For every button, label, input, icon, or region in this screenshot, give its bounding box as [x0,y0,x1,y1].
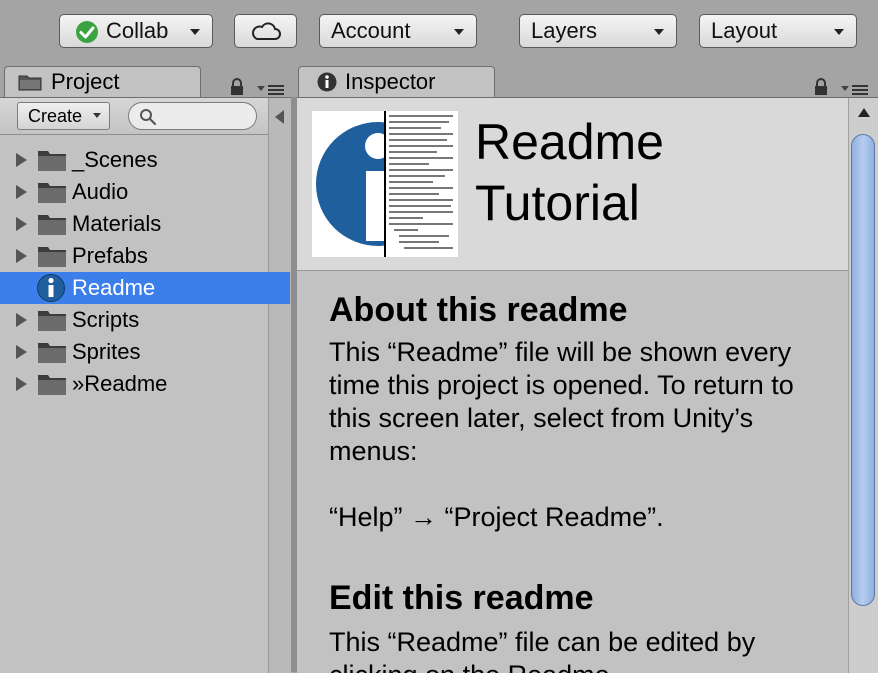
project-toolbar: Create [0,98,291,135]
tree-item-readme-folder[interactable]: »Readme [0,368,290,400]
collab-label: Collab [106,18,169,43]
tree-item-scripts[interactable]: Scripts [0,304,290,336]
tab-inspector[interactable]: Inspector [298,66,495,98]
tab-project[interactable]: Project [4,66,201,98]
section-text: This “Readme” file can be edited by clic… [329,627,756,673]
expand-arrow-icon[interactable] [16,345,27,359]
lock-icon[interactable] [813,78,829,96]
folder-icon [18,75,42,91]
expand-arrow-icon[interactable] [16,217,27,231]
folder-icon [38,183,66,203]
layout-dropdown[interactable]: Layout [699,14,857,48]
cloud-icon [252,22,281,40]
search-icon [140,109,157,126]
section-text: “Help” → “Project Readme”. [329,502,664,532]
main-toolbar: Collab Account Layers Layout [0,0,878,64]
chevron-down-icon [834,29,844,35]
tree-item-label: Audio [72,179,129,204]
expand-arrow-icon[interactable] [16,153,27,167]
collab-button[interactable]: Collab [59,14,213,48]
scroll-up-arrow-icon[interactable] [858,108,870,117]
section-heading: About this readme [329,291,628,329]
chevron-down-icon [190,29,200,35]
menu-icon[interactable] [257,84,285,96]
folder-icon [38,247,66,267]
readme-content: About this readme This “Readme” file wil… [329,290,839,673]
vertical-scrollbar[interactable] [848,98,878,673]
folder-icon [38,215,66,235]
create-label: Create [28,106,83,126]
tree-item-label: »Readme [72,371,168,396]
account-dropdown[interactable]: Account [319,14,477,48]
info-icon [37,274,65,302]
create-dropdown[interactable]: Create [17,102,110,130]
tree-item-label: Prefabs [72,243,148,268]
folder-icon [38,151,66,171]
chevron-down-icon [454,29,464,35]
tree-item-sprites[interactable]: Sprites [0,336,290,368]
readme-title-line1: Readme [475,114,664,170]
menu-icon[interactable] [841,84,869,96]
tree-item-label: _Scenes [72,147,158,172]
chevron-down-icon [93,113,101,118]
project-tabbar: Project [0,64,291,98]
expand-arrow-icon[interactable] [16,249,27,263]
tree-item-label: Scripts [72,307,140,332]
project-panel: Create _Scenes Audio Materials Prefabs R… [0,97,292,673]
tree-item-audio[interactable]: Audio [0,176,290,208]
tree-item-label: Readme [72,275,156,300]
tree-item-readme[interactable]: Readme [0,272,290,304]
tab-project-label: Project [51,69,120,94]
expand-arrow-icon[interactable] [16,313,27,327]
layers-dropdown[interactable]: Layers [519,14,677,48]
tree-item-prefabs[interactable]: Prefabs [0,240,290,272]
tree-item-label: Sprites [72,339,141,364]
check-icon [76,21,98,43]
section-text: This “Readme” file will be shown every t… [329,337,794,466]
inspector-tabbar: Inspector [297,64,878,98]
readme-icon [312,111,458,257]
scrollbar-thumb[interactable] [851,134,875,606]
cloud-button[interactable] [234,14,297,48]
tree-item-materials[interactable]: Materials [0,208,290,240]
section-heading: Edit this readme [329,579,594,617]
info-icon [317,72,337,92]
readme-title: Readme Tutorial [475,112,835,234]
expand-arrow-icon[interactable] [16,377,27,391]
collapse-icon [275,110,284,124]
tree-item-label: Materials [72,211,162,236]
lock-icon[interactable] [229,78,245,96]
expand-arrow-icon[interactable] [16,185,27,199]
layers-label: Layers [531,18,598,43]
tree-item-scenes[interactable]: _Scenes [0,144,290,176]
inspector-header: Readme Tutorial [297,98,848,271]
inspector-panel: Readme Tutorial About this readme This “… [297,97,878,673]
layout-label: Layout [711,18,778,43]
folder-icon [38,375,66,395]
tab-inspector-label: Inspector [345,69,436,94]
folder-icon [38,343,66,363]
chevron-down-icon [654,29,664,35]
account-label: Account [331,18,411,43]
readme-title-line2: Tutorial [475,175,640,231]
folder-icon [38,311,66,331]
